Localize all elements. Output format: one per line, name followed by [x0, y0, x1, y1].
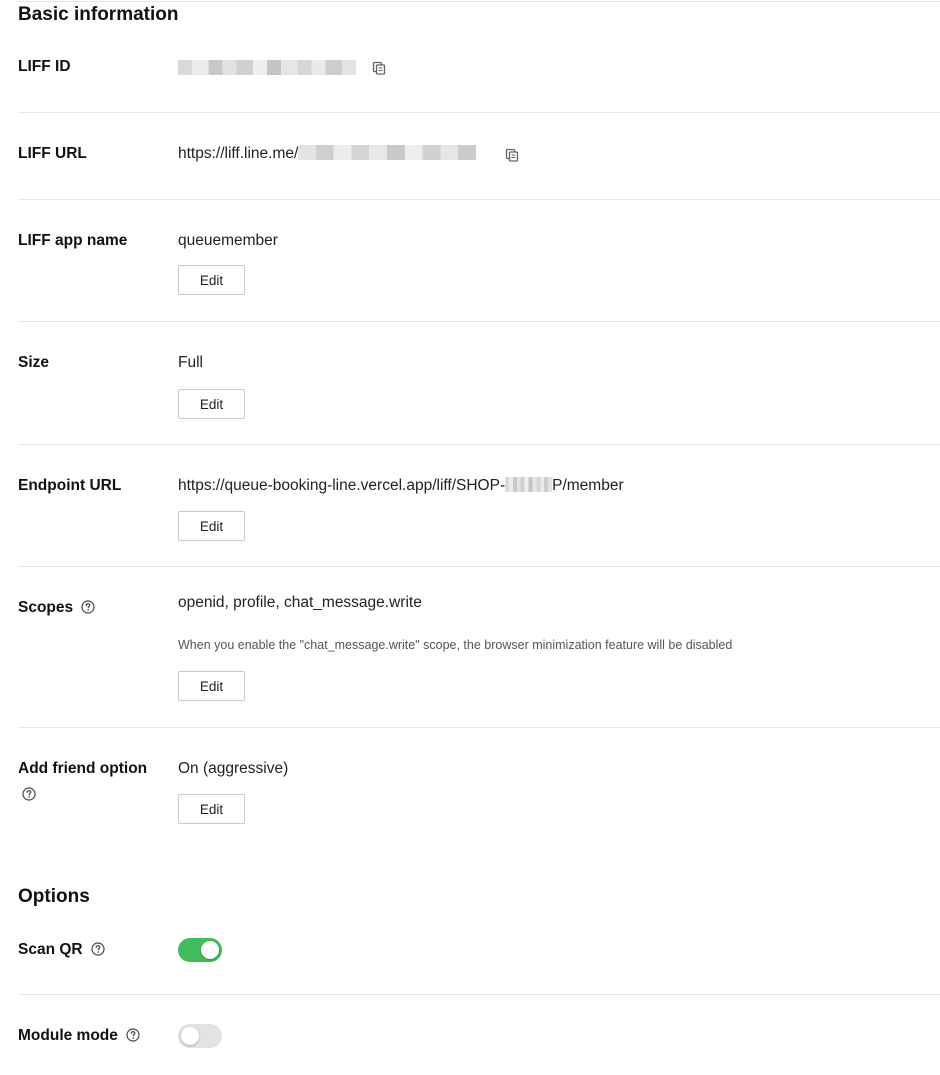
section-title-basic: Basic information	[18, 4, 179, 25]
divider	[18, 727, 940, 728]
toggle-knob	[201, 941, 219, 959]
scopes-value: openid, profile, chat_message.write	[178, 594, 422, 611]
copy-icon[interactable]	[505, 148, 519, 162]
question-circle-icon[interactable]	[91, 942, 105, 956]
question-circle-icon[interactable]	[22, 787, 36, 801]
endpoint-prefix: https://queue-booking-line.vercel.app/li…	[178, 477, 506, 494]
liff-id-label: LIFF ID	[18, 58, 71, 75]
app-name-label: LIFF app name	[18, 232, 128, 249]
divider	[18, 199, 940, 200]
question-circle-icon[interactable]	[81, 600, 95, 614]
liff-url-prefix: https://liff.line.me/	[178, 145, 299, 162]
app-name-value: queuemember	[178, 232, 278, 249]
liff-id-value	[178, 60, 356, 78]
edit-endpoint-button[interactable]: Edit	[178, 511, 245, 541]
scan-qr-label-text: Scan QR	[18, 941, 83, 958]
divider	[18, 566, 940, 567]
liff-url-value: https://liff.line.me/	[178, 145, 477, 163]
section-title-options: Options	[18, 886, 90, 907]
scan-qr-toggle[interactable]	[178, 938, 222, 962]
redacted-liff-url	[298, 145, 477, 160]
scopes-label-text: Scopes	[18, 599, 74, 616]
divider	[18, 321, 940, 322]
add-friend-label: Add friend option	[18, 760, 148, 777]
liff-url-label: LIFF URL	[18, 145, 87, 162]
redacted-shop-id	[505, 477, 553, 492]
size-value: Full	[178, 354, 203, 371]
edit-add-friend-button[interactable]: Edit	[178, 794, 245, 824]
divider	[18, 112, 940, 113]
divider	[18, 444, 940, 445]
redacted-liff-id	[178, 60, 356, 75]
edit-size-button[interactable]: Edit	[178, 389, 245, 419]
scan-qr-label: Scan QR	[18, 941, 105, 959]
copy-icon[interactable]	[372, 61, 386, 75]
module-mode-label-text: Module mode	[18, 1027, 118, 1044]
scopes-note: When you enable the "chat_message.write"…	[178, 638, 733, 652]
endpoint-suffix: P/member	[552, 477, 624, 494]
toggle-knob	[181, 1027, 199, 1045]
size-label: Size	[18, 354, 50, 371]
top-divider	[18, 1, 940, 2]
question-circle-icon[interactable]	[126, 1028, 140, 1042]
scopes-label: Scopes	[18, 599, 95, 617]
edit-app-name-button[interactable]: Edit	[178, 265, 245, 295]
endpoint-value: https://queue-booking-line.vercel.app/li…	[178, 477, 624, 495]
module-mode-label: Module mode	[18, 1027, 140, 1045]
edit-scopes-button[interactable]: Edit	[178, 671, 245, 701]
endpoint-label: Endpoint URL	[18, 477, 122, 494]
module-mode-toggle[interactable]	[178, 1024, 222, 1048]
divider	[18, 994, 940, 995]
add-friend-value: On (aggressive)	[178, 760, 289, 777]
